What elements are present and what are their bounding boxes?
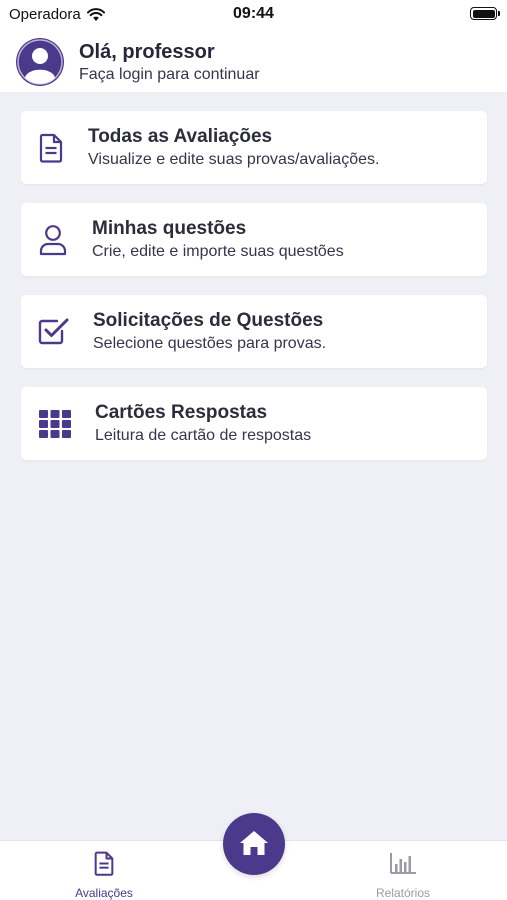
greeting-title: Olá, professor [79,41,215,63]
card-title: Minhas questões [92,218,247,239]
card-subtitle: Selecione questões para provas. [93,335,327,352]
card-title: Todas as Avaliações [88,126,273,147]
clock: 09:44 [233,5,274,22]
profile-header[interactable]: Olá, professor Faça login para continuar [0,30,507,92]
tab-relatorios[interactable]: Relatórios [333,841,473,900]
card-minhas-questoes[interactable]: Minhas questões Crie, edite e importe su… [21,203,487,276]
card-cartoes-respostas[interactable]: Cartões Respostas Leitura de cartão de r… [21,387,487,460]
card-todas-avaliacoes[interactable]: Todas as Avaliações Visualize e edite su… [21,111,487,184]
checkbox-icon [38,318,69,345]
card-title: Solicitações de Questões [93,310,324,331]
tab-relatorios-label: Relatórios [375,886,431,900]
card-subtitle: Leitura de cartão de respostas [95,427,312,444]
card-solicitacoes-questoes[interactable]: Solicitações de Questões Selecione quest… [21,295,487,368]
status-bar: Operadora 09:44 [0,0,507,30]
document-icon [94,851,114,876]
tab-avaliacoes-label: Avaliações [75,886,133,900]
battery-icon [470,7,500,20]
card-subtitle: Crie, edite e importe suas questões [92,243,344,260]
battery-fill [472,9,495,18]
document-icon [39,133,63,163]
bar-chart-icon [390,853,416,874]
user-icon [39,225,67,256]
card-title: Cartões Respostas [95,402,268,423]
home-button[interactable] [223,813,285,875]
login-prompt[interactable]: Faça login para continuar [79,66,260,84]
card-subtitle: Visualize e edite suas provas/avaliações… [88,151,380,168]
grid-icon [39,410,71,438]
tab-avaliacoes[interactable]: Avaliações [34,841,174,900]
user-avatar-icon[interactable] [16,38,64,86]
home-icon [240,831,268,855]
